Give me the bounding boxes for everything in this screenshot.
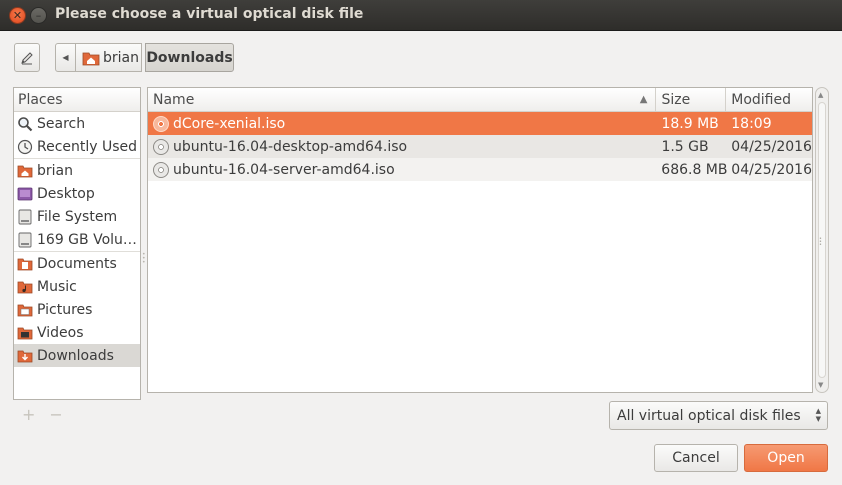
close-icon: ✕ — [12, 9, 23, 22]
file-row[interactable]: ubuntu-16.04-desktop-amd64.iso 1.5 GB 04… — [148, 135, 812, 158]
sidebar-item-volume[interactable]: 169 GB Volu… — [14, 228, 140, 251]
file-modified: 04/25/2016 — [731, 161, 812, 178]
file-list-header: Name ▲ Size Modified — [148, 88, 812, 112]
file-modified: 18:09 — [731, 115, 772, 132]
window-title: Please choose a virtual optical disk fil… — [55, 6, 364, 22]
updown-arrows-icon: ▲ ▼ — [815, 407, 821, 423]
breadcrumb-downloads[interactable]: Downloads — [145, 43, 234, 72]
sidebar-item-label: Downloads — [37, 347, 114, 364]
breadcrumb-home[interactable]: brian — [76, 43, 142, 72]
chevron-left-icon: ◀ — [62, 53, 69, 62]
file-row[interactable]: dCore-xenial.iso 18.9 MB 18:09 — [148, 112, 812, 135]
drive-icon — [18, 232, 32, 247]
file-size: 686.8 MB — [661, 161, 728, 178]
minimize-window-button[interactable]: – — [30, 7, 47, 24]
file-name: dCore-xenial.iso — [173, 115, 286, 132]
pictures-folder-icon — [17, 304, 33, 316]
optical-disc-icon — [153, 161, 169, 178]
sidebar-item-label: File System — [37, 208, 118, 225]
sidebar-item-music[interactable]: Music — [14, 275, 140, 298]
breadcrumb-home-label: brian — [103, 49, 139, 66]
cancel-button[interactable]: Cancel — [654, 444, 738, 472]
sidebar-item-label: Pictures — [37, 301, 93, 318]
desktop-icon — [17, 187, 33, 200]
pane-splitter-grip[interactable]: • • • — [142, 252, 146, 266]
file-name: ubuntu-16.04-desktop-amd64.iso — [173, 138, 408, 155]
documents-folder-icon — [17, 258, 33, 270]
column-header-modified[interactable]: Modified — [726, 88, 812, 111]
sidebar-item-brian[interactable]: brian — [14, 159, 140, 182]
pencil-icon — [21, 51, 33, 64]
drive-icon — [18, 209, 32, 224]
sidebar-item-label: Recently Used — [37, 138, 138, 155]
scroll-up-icon[interactable]: ▲ — [818, 91, 823, 99]
remove-place-button[interactable]: − — [49, 405, 76, 424]
file-list-scrollbar[interactable]: ▲ • • • ▼ — [815, 87, 829, 393]
column-header-size[interactable]: Size — [656, 88, 727, 111]
sort-ascending-icon: ▲ — [639, 94, 648, 105]
clock-icon — [17, 139, 33, 154]
sidebar-item-label: 169 GB Volu… — [37, 231, 137, 248]
search-icon — [18, 116, 33, 131]
optical-disc-icon — [153, 115, 169, 132]
sidebar-item-label: brian — [37, 162, 73, 179]
places-add-remove: +− — [22, 405, 77, 424]
optical-disc-icon — [153, 138, 169, 155]
music-folder-icon — [17, 281, 33, 293]
downloads-folder-icon — [17, 350, 33, 362]
sidebar-item-label: Videos — [37, 324, 84, 341]
title-bar: ✕ – Please choose a virtual optical disk… — [0, 0, 842, 31]
sidebar-item-label: Desktop — [37, 185, 95, 202]
videos-folder-icon — [17, 327, 33, 339]
file-size: 18.9 MB — [661, 115, 719, 132]
sidebar-item-desktop[interactable]: Desktop — [14, 182, 140, 205]
file-row[interactable]: ubuntu-16.04-server-amd64.iso 686.8 MB 0… — [148, 158, 812, 181]
open-button[interactable]: Open — [744, 444, 828, 472]
sidebar-item-pictures[interactable]: Pictures — [14, 298, 140, 321]
file-size: 1.5 GB — [661, 138, 709, 155]
file-name: ubuntu-16.04-server-amd64.iso — [173, 161, 395, 178]
sidebar-item-label: Documents — [37, 255, 117, 272]
add-place-button[interactable]: + — [22, 405, 49, 424]
sidebar-item-videos[interactable]: Videos — [14, 321, 140, 344]
scrollbar-grip: • • • — [819, 236, 822, 248]
sidebar-item-recently-used[interactable]: Recently Used — [14, 135, 140, 158]
places-header: Places — [14, 88, 140, 112]
file-modified: 04/25/2016 — [731, 138, 812, 155]
type-location-button[interactable] — [14, 43, 40, 72]
path-scroll-left-button[interactable]: ◀ — [55, 43, 76, 72]
sidebar-item-search[interactable]: Search — [14, 112, 140, 135]
sidebar-item-downloads[interactable]: Downloads — [14, 344, 140, 367]
scroll-down-icon[interactable]: ▼ — [818, 381, 823, 389]
minimize-icon: – — [35, 9, 42, 22]
home-folder-icon — [17, 165, 33, 177]
sidebar-item-file-system[interactable]: File System — [14, 205, 140, 228]
file-list: Name ▲ Size Modified dCore-xenial.iso 18… — [147, 87, 813, 393]
file-type-filter-select[interactable]: All virtual optical disk files ▲ ▼ — [609, 401, 828, 430]
sidebar-item-label: Search — [37, 115, 86, 132]
sidebar-item-documents[interactable]: Documents — [14, 252, 140, 275]
column-header-name-label: Name — [153, 92, 195, 108]
file-type-filter-value: All virtual optical disk files — [617, 407, 801, 424]
sidebar-item-label: Music — [37, 278, 77, 295]
home-folder-icon — [82, 52, 100, 65]
places-sidebar: Places Search Recently Used brian Deskto… — [13, 87, 141, 400]
column-header-name[interactable]: Name ▲ — [148, 88, 657, 111]
close-window-button[interactable]: ✕ — [9, 7, 26, 24]
